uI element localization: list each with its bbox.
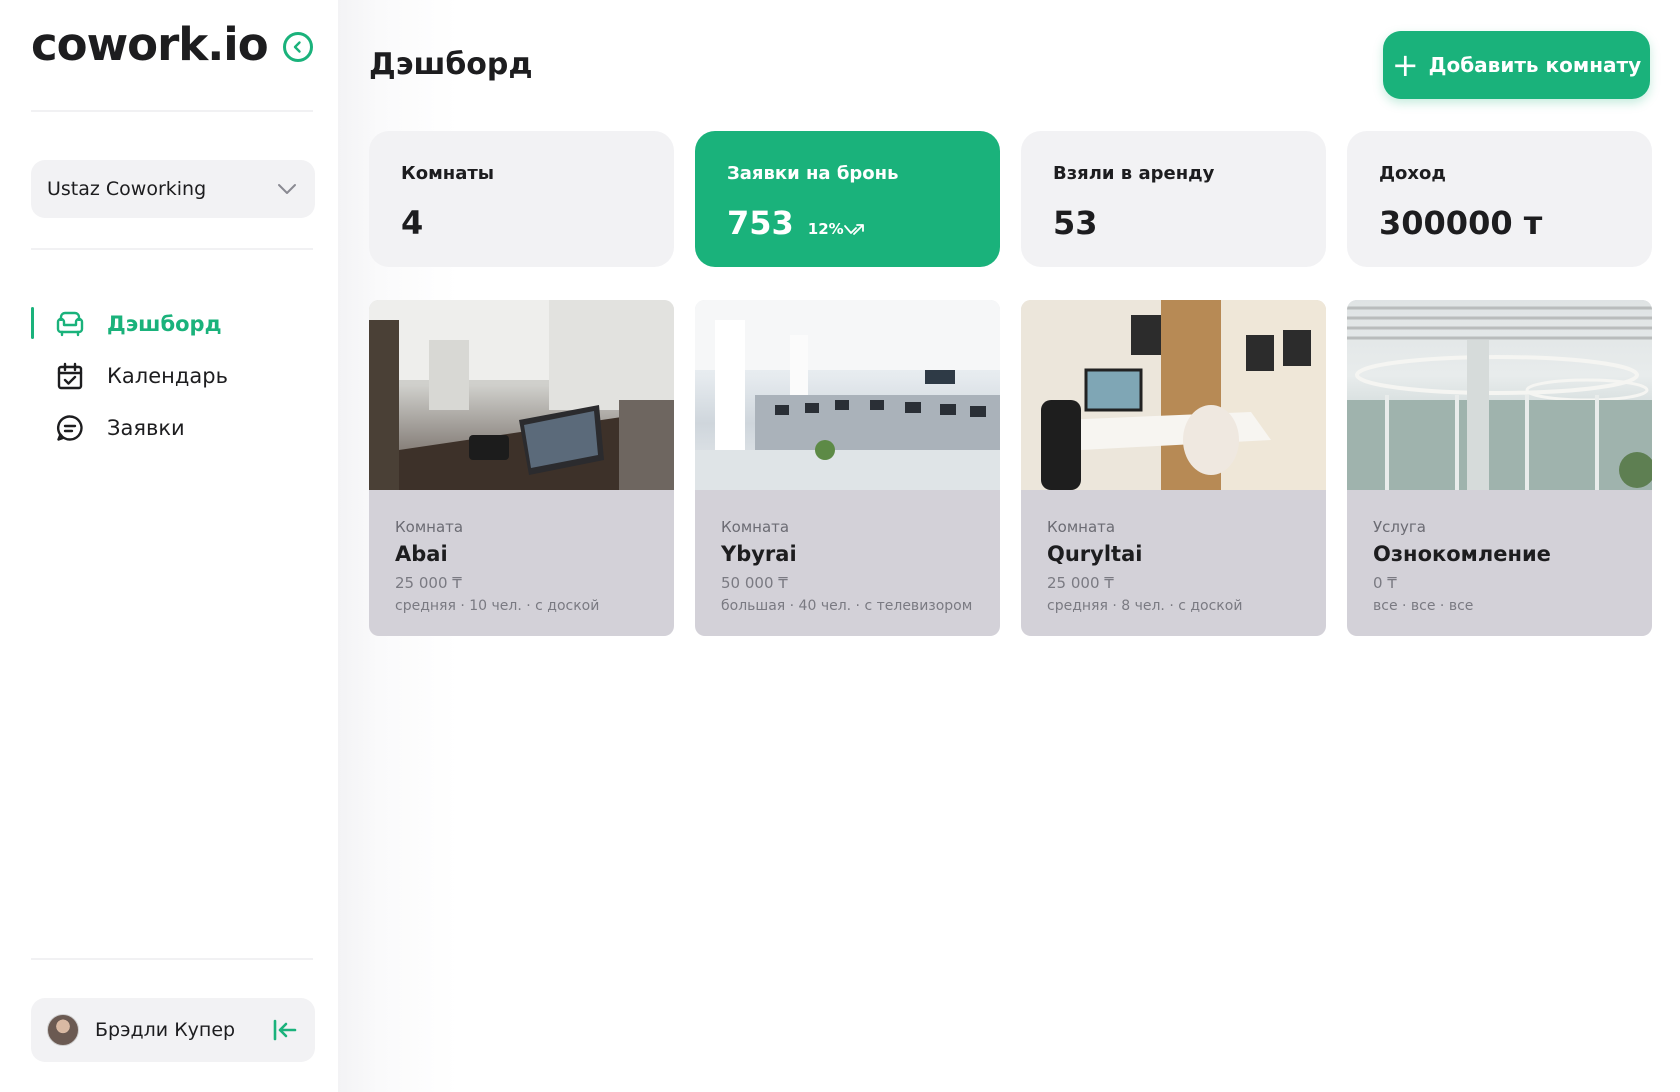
room-photo bbox=[1021, 300, 1326, 490]
room-name: Ознокомление bbox=[1373, 542, 1551, 566]
chevron-left-icon bbox=[293, 41, 301, 53]
room-card-quryltai[interactable]: Комната Quryltai 25 000 ₸ средняя · 8 че… bbox=[1021, 300, 1326, 636]
workspace-selector[interactable]: Ustaz Coworking bbox=[31, 160, 315, 218]
logout-arrow-icon bbox=[273, 1019, 297, 1041]
divider bbox=[31, 110, 313, 112]
stat-change: 12% bbox=[808, 220, 866, 238]
room-details: средняя · 8 чел. · с доской bbox=[1047, 598, 1243, 614]
stat-card-rented: Взяли в аренду 53 bbox=[1021, 131, 1326, 267]
user-profile[interactable]: Брэдли Купер bbox=[31, 998, 315, 1062]
room-photo bbox=[369, 300, 674, 490]
stat-card-rooms: Комнаты 4 bbox=[369, 131, 674, 267]
user-name: Брэдли Купер bbox=[95, 1019, 236, 1041]
room-price: 25 000 ₸ bbox=[1047, 574, 1114, 592]
room-price: 0 ₸ bbox=[1373, 574, 1397, 592]
nav-item-calendar[interactable]: Календарь bbox=[31, 350, 315, 402]
page-title: Дэшборд bbox=[369, 47, 533, 82]
room-name: Quryltai bbox=[1047, 542, 1143, 566]
avatar bbox=[47, 1014, 79, 1046]
plus-icon: + bbox=[1391, 46, 1419, 84]
stat-label: Доход bbox=[1379, 163, 1446, 184]
room-type: Комната bbox=[1047, 518, 1116, 536]
room-price: 50 000 ₸ bbox=[721, 574, 788, 592]
room-name: Ybyrai bbox=[721, 542, 797, 566]
stat-card-booking-requests: Заявки на бронь 753 12% bbox=[695, 131, 1000, 267]
stat-label: Взяли в аренду bbox=[1053, 163, 1215, 184]
room-card-ybyrai[interactable]: Комната Ybyrai 50 000 ₸ большая · 40 чел… bbox=[695, 300, 1000, 636]
stat-label: Комнаты bbox=[401, 163, 495, 184]
rooms-grid: Комната Abai 25 000 ₸ средняя · 10 чел. … bbox=[369, 300, 1652, 636]
room-card-abai[interactable]: Комната Abai 25 000 ₸ средняя · 10 чел. … bbox=[369, 300, 674, 636]
collapse-sidebar-button[interactable] bbox=[283, 32, 313, 62]
stat-value: 53 bbox=[1053, 204, 1098, 242]
message-icon bbox=[55, 413, 85, 443]
add-room-button[interactable]: + Добавить комнату bbox=[1383, 31, 1650, 99]
stat-card-income: Доход 300000 т bbox=[1347, 131, 1652, 267]
room-type: Услуга bbox=[1373, 518, 1426, 536]
nav-label: Календарь bbox=[107, 364, 228, 388]
nav-label: Заявки bbox=[107, 416, 185, 440]
room-details: все · все · все bbox=[1373, 598, 1474, 614]
logout-button[interactable] bbox=[271, 1016, 299, 1044]
sidebar: cowork.io Ustaz Coworking Дэшборд Календ… bbox=[0, 0, 338, 1092]
trend-up-icon bbox=[843, 224, 864, 235]
stats-row: Комнаты 4 Заявки на бронь 753 12% Взяли … bbox=[369, 131, 1652, 267]
room-type: Комната bbox=[395, 518, 464, 536]
nav-item-dashboard[interactable]: Дэшборд bbox=[31, 298, 315, 350]
main-content: Дэшборд + Добавить комнату Комнаты 4 Зая… bbox=[338, 0, 1680, 1092]
armchair-icon bbox=[55, 309, 85, 339]
workspace-name: Ustaz Coworking bbox=[47, 178, 207, 200]
room-name: Abai bbox=[395, 542, 448, 566]
room-card-intro[interactable]: Услуга Ознокомление 0 ₸ все · все · все bbox=[1347, 300, 1652, 636]
calendar-check-icon bbox=[55, 361, 85, 391]
divider bbox=[31, 958, 313, 960]
main-nav: Дэшборд Календарь Заявки bbox=[31, 298, 315, 454]
chevron-down-icon bbox=[278, 184, 296, 194]
room-type: Комната bbox=[721, 518, 790, 536]
room-price: 25 000 ₸ bbox=[395, 574, 462, 592]
stat-label: Заявки на бронь bbox=[727, 163, 899, 184]
stat-value: 300000 т bbox=[1379, 204, 1543, 242]
nav-item-requests[interactable]: Заявки bbox=[31, 402, 315, 454]
stat-change-value: 12% bbox=[807, 220, 844, 238]
logo[interactable]: cowork.io bbox=[31, 18, 269, 71]
room-photo bbox=[1347, 300, 1652, 490]
stat-value: 753 bbox=[727, 204, 794, 242]
room-photo bbox=[695, 300, 1000, 490]
stat-value: 4 bbox=[401, 204, 424, 242]
room-details: большая · 40 чел. · с телевизором bbox=[721, 598, 973, 614]
room-details: средняя · 10 чел. · с доской bbox=[395, 598, 600, 614]
nav-label: Дэшборд bbox=[107, 312, 222, 336]
divider bbox=[31, 248, 313, 250]
add-room-label: Добавить комнату bbox=[1428, 53, 1642, 77]
